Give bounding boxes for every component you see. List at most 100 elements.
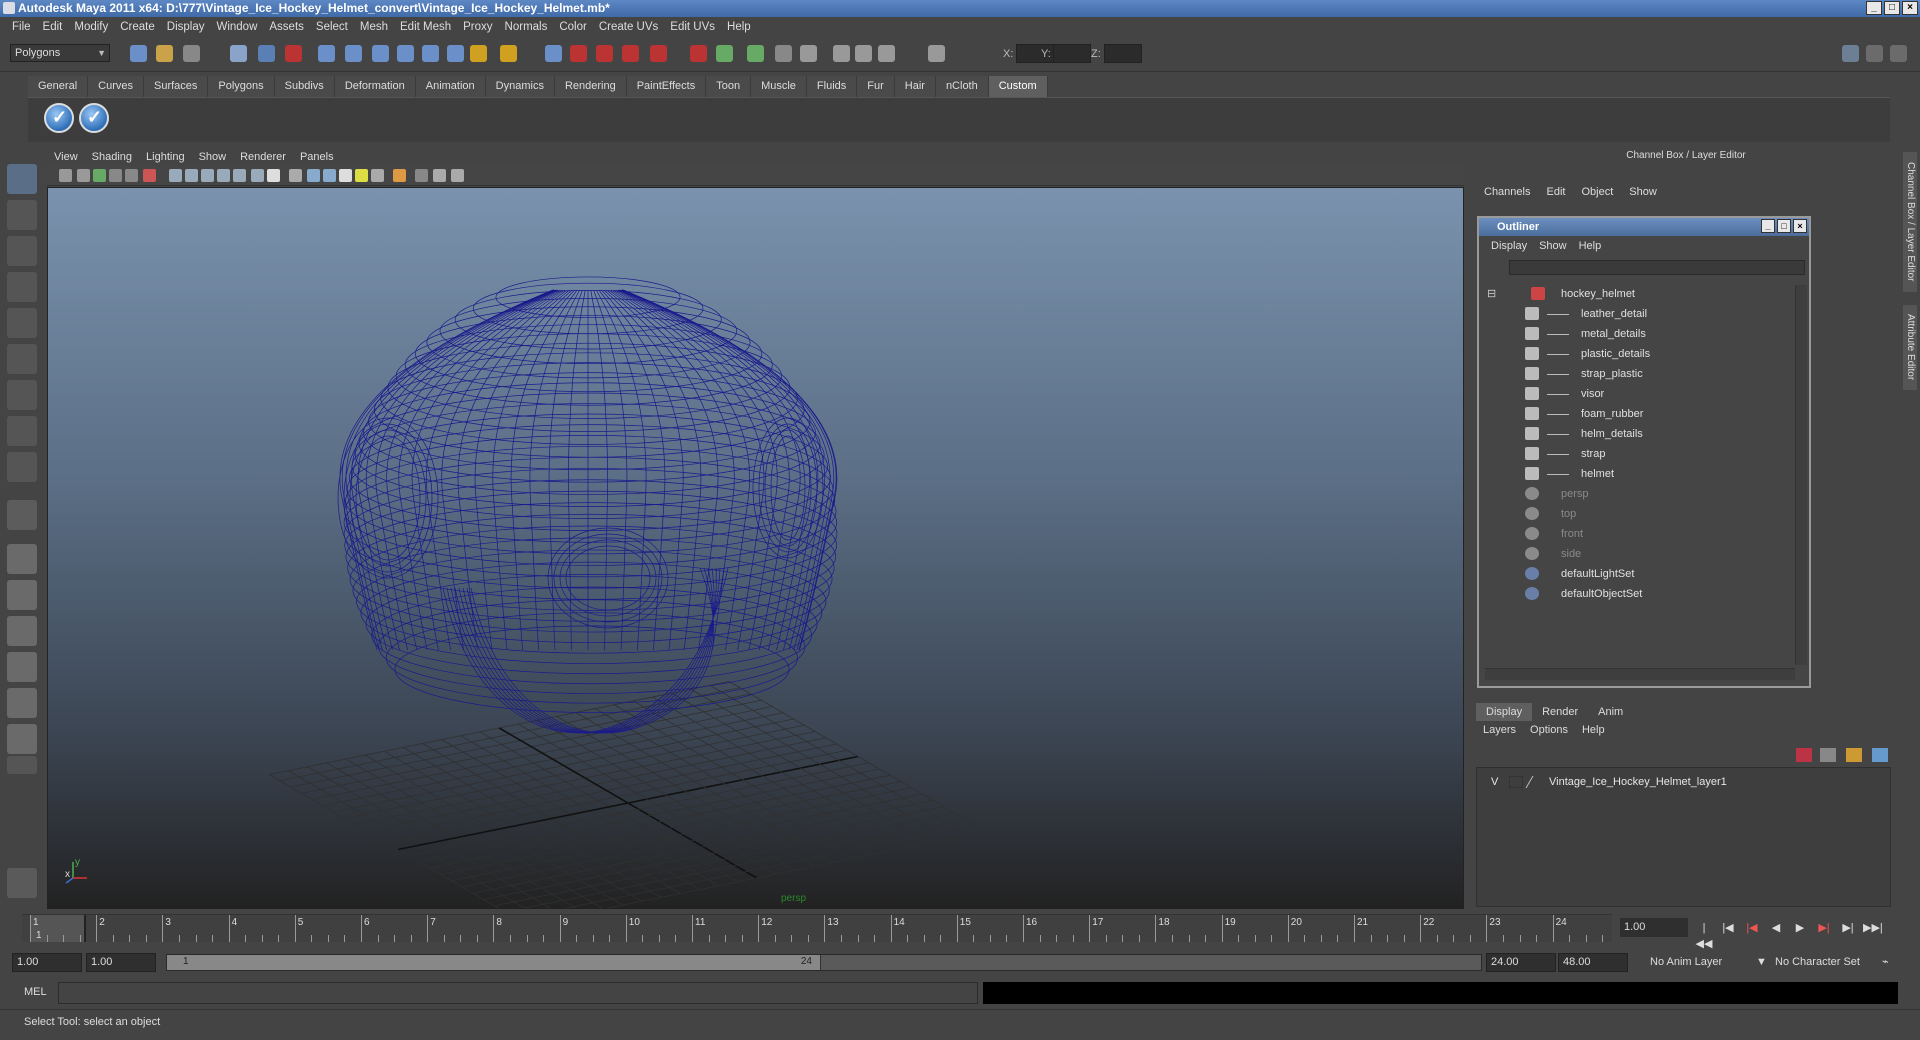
outliner-item[interactable]: front (1485, 525, 1785, 543)
menu-set-dropdown[interactable]: Polygons ▼ (10, 44, 110, 62)
tool-settings-toggle-icon[interactable] (1866, 45, 1883, 62)
viewport-menu-renderer[interactable]: Renderer (233, 151, 293, 163)
shelf-tab-deformation[interactable]: Deformation (334, 76, 416, 97)
outliner-vertical-scrollbar[interactable] (1795, 285, 1807, 665)
layer-menu-layers[interactable]: Layers (1476, 724, 1523, 736)
menu-window[interactable]: Window (210, 21, 263, 33)
command-input[interactable] (58, 982, 978, 1004)
camera-attributes-icon[interactable] (77, 169, 90, 182)
shelf-tab-ncloth[interactable]: nCloth (935, 76, 989, 97)
save-scene-icon[interactable] (183, 45, 200, 62)
attribute-editor-toggle-icon[interactable] (1842, 45, 1859, 62)
menu-create-uvs[interactable]: Create UVs (593, 21, 664, 33)
default-lighting-icon[interactable] (323, 169, 336, 182)
viewport-menu-panels[interactable]: Panels (293, 151, 341, 163)
collapse-icon[interactable]: ⊟ (1487, 285, 1496, 303)
outliner-item[interactable]: foam_rubber (1485, 405, 1785, 423)
outliner-item[interactable]: metal_details (1485, 325, 1785, 343)
menu-file[interactable]: File (6, 21, 37, 33)
outliner-window[interactable]: Outliner _ □ × Display Show Help ⊟ hockey_h… (1477, 216, 1811, 688)
wireframe-icon[interactable] (289, 169, 302, 182)
image-plane-icon[interactable] (109, 169, 122, 182)
history-icon[interactable] (500, 45, 517, 62)
side-tab-channel-box[interactable]: Channel Box / Layer Editor (1903, 152, 1917, 292)
custom-shelf-button-1[interactable] (44, 103, 74, 133)
menu-edit[interactable]: Edit (37, 21, 69, 33)
hypershade-layout-icon[interactable] (7, 688, 37, 718)
menu-mesh[interactable]: Mesh (354, 21, 394, 33)
playback-end-field[interactable]: 24.00 (1486, 953, 1556, 972)
shelf-tab-rendering[interactable]: Rendering (554, 76, 627, 97)
isolate-select-icon[interactable] (393, 169, 406, 182)
layer-tab-display[interactable]: Display (1476, 703, 1533, 721)
smooth-shade-icon[interactable] (307, 169, 320, 182)
custom-shelf-button-2[interactable] (79, 103, 109, 133)
layer-move-up-icon[interactable] (1846, 748, 1862, 762)
outliner-item[interactable]: persp (1485, 485, 1785, 503)
outliner-close-button[interactable]: × (1793, 219, 1807, 233)
menu-modify[interactable]: Modify (68, 21, 114, 33)
new-layer-icon[interactable] (1796, 748, 1812, 762)
time-slider[interactable]: 1 1 2 3 4 5 6 7 8 9 10 11 12 13 14 15 16 17 18 19 20 21 22 23 24 (14, 913, 1618, 943)
outliner-minimize-button[interactable]: _ (1761, 219, 1775, 233)
outliner-item[interactable]: defaultObjectSet (1485, 585, 1785, 603)
layer-menu-help[interactable]: Help (1575, 724, 1612, 736)
shelf-tab-hair[interactable]: Hair (894, 76, 936, 97)
textured-icon[interactable] (339, 169, 352, 182)
shelf-tab-fur[interactable]: Fur (857, 76, 895, 97)
safe-action-icon[interactable] (251, 169, 264, 182)
universal-manipulator-icon[interactable] (7, 380, 37, 410)
render-globals-icon[interactable] (833, 45, 850, 62)
graph-layout-icon[interactable] (7, 724, 37, 754)
grid-toggle-icon[interactable] (169, 169, 182, 182)
chevron-down-icon[interactable]: ▼ (1756, 953, 1767, 972)
last-tool-icon[interactable] (7, 500, 37, 530)
layout-more-icon[interactable] (7, 756, 37, 774)
step-back-frame-icon[interactable]: |◀ (1743, 920, 1761, 936)
mental-ray-icon[interactable] (7, 868, 37, 898)
menu-assets[interactable]: Assets (263, 21, 310, 33)
single-pane-layout-icon[interactable] (7, 544, 37, 574)
persp-outliner-layout-icon[interactable] (7, 616, 37, 646)
lasso-tool-icon[interactable] (7, 200, 37, 230)
menu-help[interactable]: Help (721, 21, 757, 33)
shelf-tab-muscle[interactable]: Muscle (751, 76, 807, 97)
go-to-start-icon[interactable]: |◀◀ (1695, 920, 1713, 950)
outliner-item[interactable]: side (1485, 545, 1785, 563)
viewport-menu-view[interactable]: View (47, 151, 85, 163)
outliner-menu-display[interactable]: Display (1485, 240, 1533, 252)
go-to-end-icon[interactable]: ▶▶| (1863, 920, 1883, 936)
display-render-icon[interactable] (775, 45, 792, 62)
new-layer-selected-icon[interactable] (1820, 748, 1836, 762)
outliner-menu-help[interactable]: Help (1573, 240, 1608, 252)
snap-curve-icon[interactable] (397, 45, 414, 62)
ipr-render-icon[interactable] (596, 45, 613, 62)
menu-create[interactable]: Create (114, 21, 161, 33)
input-line-icon[interactable] (716, 45, 733, 62)
step-forward-key-icon[interactable]: ▶| (1839, 920, 1857, 936)
character-set-dropdown[interactable]: No Character Set (1775, 953, 1860, 972)
construction-history-icon[interactable] (545, 45, 562, 62)
select-component-icon[interactable] (285, 45, 302, 62)
play-forwards-icon[interactable]: ▶ (1791, 920, 1809, 936)
snap-grid-icon[interactable] (372, 45, 389, 62)
rotate-tool-icon[interactable] (7, 308, 37, 338)
viewport-menu-lighting[interactable]: Lighting (139, 151, 192, 163)
xray-components-icon[interactable] (451, 169, 464, 182)
lock-selection-icon[interactable] (318, 45, 335, 62)
outliner-item[interactable]: helmet (1485, 465, 1785, 483)
select-hierarchy-icon[interactable] (230, 45, 247, 62)
shelf-tab-polygons[interactable]: Polygons (208, 76, 275, 97)
current-frame-field[interactable]: 1.00 (1620, 918, 1688, 937)
show-manipulator-icon[interactable] (7, 452, 37, 482)
shadows-icon[interactable] (355, 169, 368, 182)
snap-view-plane-icon[interactable] (447, 45, 464, 62)
anim-layer-dropdown[interactable]: No Anim Layer (1650, 953, 1722, 972)
channel-box-menu-show[interactable]: Show (1621, 186, 1665, 198)
shelf-tab-dynamics[interactable]: Dynamics (485, 76, 555, 97)
channel-box-toggle-icon[interactable] (1890, 45, 1907, 62)
safe-title-icon[interactable] (267, 169, 280, 182)
z-field[interactable] (1104, 44, 1142, 63)
outliner-icon[interactable] (928, 45, 945, 62)
highlight-selection-icon[interactable] (345, 45, 362, 62)
